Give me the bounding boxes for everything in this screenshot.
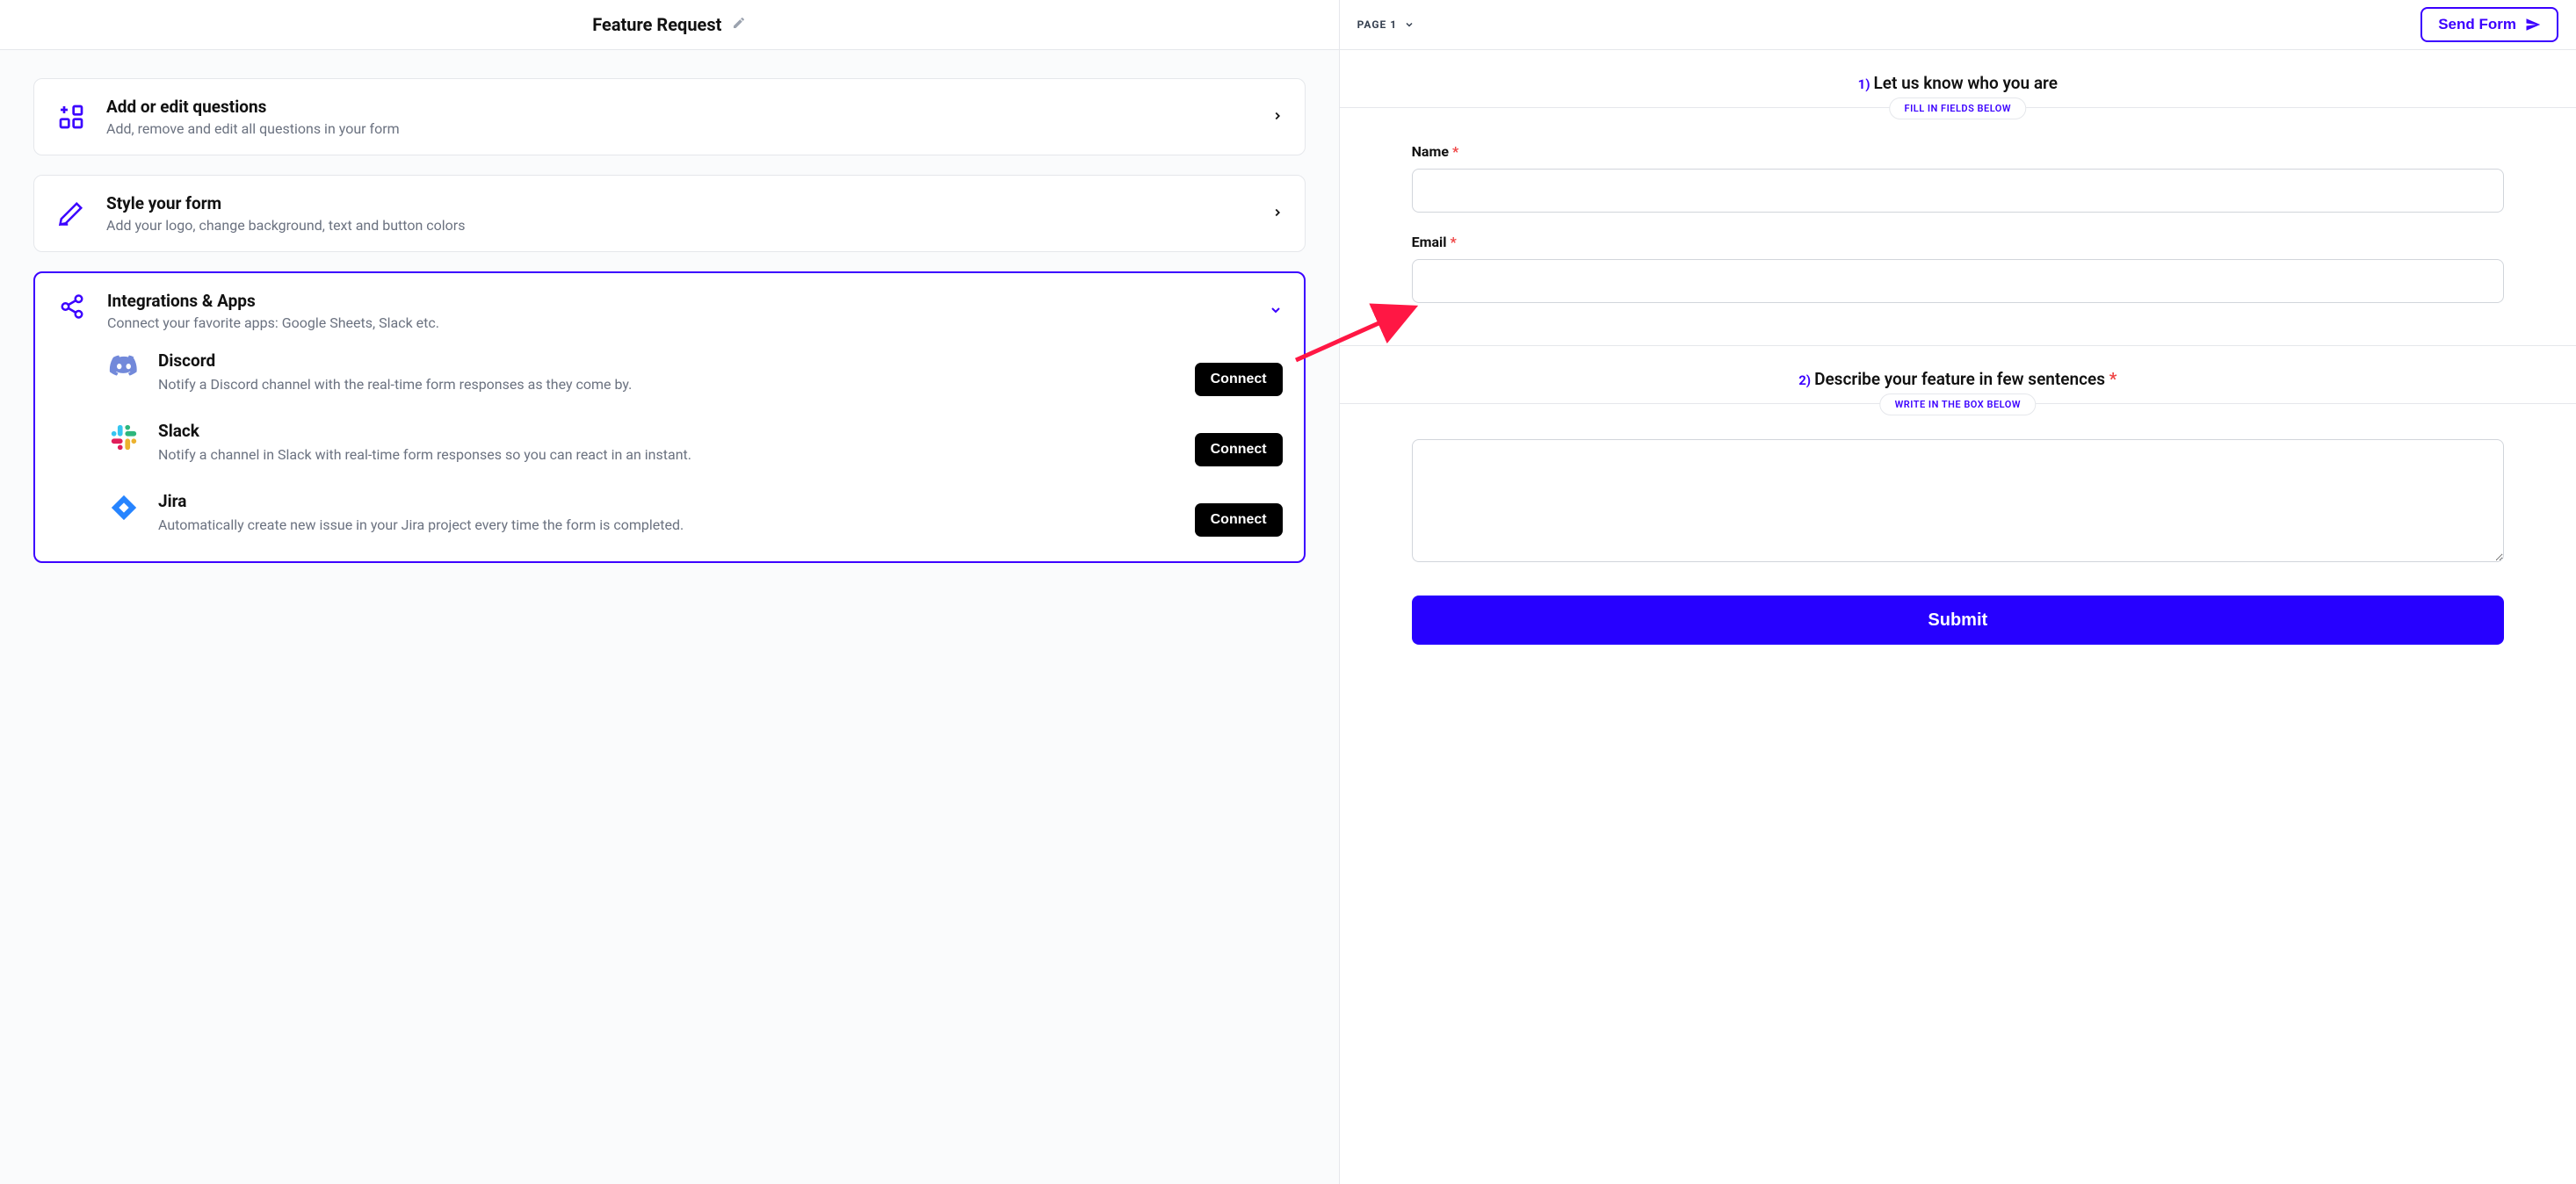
section2-pill: WRITE IN THE BOX BELOW xyxy=(1880,393,2036,415)
integration-desc: Automatically create new issue in your J… xyxy=(158,515,1177,536)
section2-title: 2)Describe your feature in few sentences… xyxy=(1798,369,2117,389)
name-label: Name * xyxy=(1412,143,2504,160)
slack-icon xyxy=(107,421,141,454)
integration-slack: Slack Notify a channel in Slack with rea… xyxy=(107,421,1283,466)
questions-card-title: Add or edit questions xyxy=(106,97,1252,117)
connect-discord-button[interactable]: Connect xyxy=(1195,363,1283,396)
integrations-card: Integrations & Apps Connect your favorit… xyxy=(33,271,1306,563)
jira-icon xyxy=(107,491,141,524)
discord-icon xyxy=(107,350,141,384)
section-number: 1) xyxy=(1858,76,1870,92)
share-icon xyxy=(56,291,88,322)
page-selector[interactable]: PAGE 1 xyxy=(1357,18,1415,31)
email-label: Email * xyxy=(1412,234,2504,250)
page-label: PAGE 1 xyxy=(1357,18,1398,31)
integration-name: Slack xyxy=(158,421,1177,441)
integration-jira: Jira Automatically create new issue in y… xyxy=(107,491,1283,537)
chevron-down-icon xyxy=(1269,303,1283,321)
questions-card-subtitle: Add, remove and edit all questions in yo… xyxy=(106,120,1252,137)
send-form-button[interactable]: Send Form xyxy=(2420,7,2558,42)
send-form-label: Send Form xyxy=(2438,16,2516,33)
chevron-right-icon xyxy=(1271,206,1284,222)
style-card-subtitle: Add your logo, change background, text a… xyxy=(106,217,1252,234)
integration-desc: Notify a channel in Slack with real-time… xyxy=(158,444,1177,466)
connect-jira-button[interactable]: Connect xyxy=(1195,503,1283,537)
edit-title-icon[interactable] xyxy=(732,16,746,33)
integrations-header[interactable]: Integrations & Apps Connect your favorit… xyxy=(56,291,1283,331)
integration-name: Discord xyxy=(158,350,1177,371)
style-card-title: Style your form xyxy=(106,193,1252,213)
send-icon xyxy=(2525,17,2541,32)
name-input[interactable] xyxy=(1412,169,2504,213)
pencil-icon xyxy=(55,198,87,229)
style-card[interactable]: Style your form Add your logo, change ba… xyxy=(33,175,1306,252)
section-number: 2) xyxy=(1798,372,1811,388)
section1-title: 1)Let us know who you are xyxy=(1858,73,2058,93)
chevron-down-icon xyxy=(1404,19,1415,30)
integrations-card-subtitle: Connect your favorite apps: Google Sheet… xyxy=(107,314,1249,331)
connect-slack-button[interactable]: Connect xyxy=(1195,433,1283,466)
feature-description-textarea[interactable] xyxy=(1412,439,2504,562)
integrations-card-title: Integrations & Apps xyxy=(107,291,1249,311)
submit-button[interactable]: Submit xyxy=(1412,596,2504,645)
integration-desc: Notify a Discord channel with the real-t… xyxy=(158,374,1177,395)
form-title: Feature Request xyxy=(592,14,721,35)
section1-pill: FILL IN FIELDS BELOW xyxy=(1890,97,2027,119)
chevron-right-icon xyxy=(1271,109,1284,126)
grid-add-icon xyxy=(55,101,87,133)
email-input[interactable] xyxy=(1412,259,2504,303)
questions-card[interactable]: Add or edit questions Add, remove and ed… xyxy=(33,78,1306,155)
integration-discord: Discord Notify a Discord channel with th… xyxy=(107,350,1283,396)
integration-name: Jira xyxy=(158,491,1177,511)
